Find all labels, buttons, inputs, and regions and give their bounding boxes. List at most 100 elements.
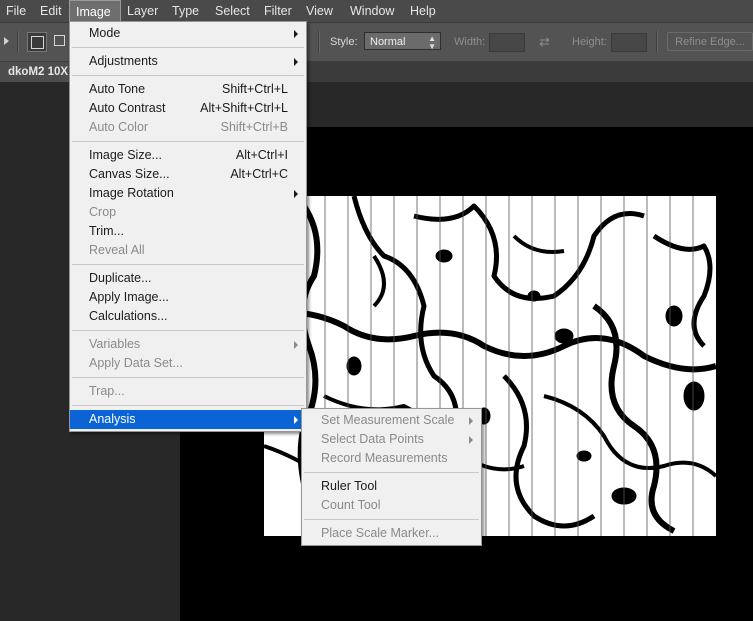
menu-item-shortcut: Shift+Ctrl+B: [220, 120, 288, 134]
menu-separator: [72, 377, 304, 378]
menu-image[interactable]: Image: [69, 0, 121, 22]
swap-width-height-icon[interactable]: ⇄: [539, 34, 550, 50]
menu-filter[interactable]: Filter: [258, 0, 298, 22]
submenu-arrow-icon: [294, 190, 298, 198]
menu-item-label: Record Measurements: [321, 451, 448, 465]
menu-separator: [72, 405, 304, 406]
image-menu-item-image-size[interactable]: Image Size... Alt+Ctrl+I: [70, 146, 306, 165]
menu-separator: [304, 472, 479, 473]
add-selection-button[interactable]: [51, 32, 69, 52]
analysis-menu-item-set-measurement-scale[interactable]: Set Measurement Scale: [302, 411, 481, 430]
style-select-value: Normal: [370, 36, 406, 48]
menu-item-label: Select Data Points: [321, 432, 424, 446]
menu-type[interactable]: Type: [166, 0, 205, 22]
image-menu-item-adjustments[interactable]: Adjustments: [70, 52, 306, 71]
menu-file[interactable]: File: [0, 0, 32, 22]
menu-item-label: Place Scale Marker...: [321, 526, 440, 540]
menu-item-label: Auto Tone: [89, 82, 146, 96]
menu-separator: [72, 141, 304, 142]
menu-item-label: Analysis: [89, 412, 136, 426]
menu-separator: [72, 264, 304, 265]
submenu-arrow-icon: [294, 30, 298, 38]
height-label: Height:: [572, 36, 607, 48]
menu-item-shortcut: Shift+Ctrl+L: [221, 82, 288, 96]
menu-item-label: Auto Contrast: [89, 101, 166, 115]
menu-item-label: Auto Color: [89, 120, 149, 134]
menu-item-label: Mode: [89, 26, 121, 40]
image-menu-item-canvas-size[interactable]: Canvas Size... Alt+Ctrl+C: [70, 165, 306, 184]
menu-separator: [72, 75, 304, 76]
image-menu-item-variables[interactable]: Variables: [70, 335, 306, 354]
menu-item-label: Duplicate...: [89, 271, 152, 285]
analysis-menu-item-ruler-tool[interactable]: Ruler Tool: [302, 477, 481, 496]
refine-edge-button[interactable]: Refine Edge...: [667, 32, 753, 51]
width-label: Width:: [454, 36, 486, 48]
image-menu-item-image-rotation[interactable]: Image Rotation: [70, 184, 306, 203]
image-menu-item-auto-tone[interactable]: Auto Tone Shift+Ctrl+L: [70, 80, 306, 99]
style-label: Style:: [330, 36, 358, 48]
menu-item-shortcut: Alt+Ctrl+I: [235, 148, 288, 162]
menu-separator: [304, 519, 479, 520]
image-menu-item-auto-color[interactable]: Auto Color Shift+Ctrl+B: [70, 118, 306, 137]
select-arrows-icon: ▲ ▼: [428, 34, 436, 51]
menu-item-label: Image Rotation: [89, 186, 174, 200]
submenu-arrow-icon: [294, 416, 298, 424]
analysis-submenu: Set Measurement Scale Select Data Points R…: [301, 408, 482, 546]
height-input[interactable]: [611, 33, 647, 52]
image-menu-item-trim[interactable]: Trim...: [70, 222, 306, 241]
menu-item-label: Trim...: [89, 224, 124, 238]
tool-preset-dropdown[interactable]: [4, 37, 9, 45]
add-selection-icon: [54, 35, 65, 46]
submenu-arrow-icon: [469, 417, 473, 425]
menu-help[interactable]: Help: [404, 0, 442, 22]
document-tab[interactable]: dkoM2 10X: [0, 62, 70, 82]
image-menu-item-analysis[interactable]: Analysis: [70, 410, 306, 429]
menu-select[interactable]: Select: [209, 0, 256, 22]
menu-separator: [72, 330, 304, 331]
menu-bar: File Edit Image Layer Type Select Filter…: [0, 0, 753, 23]
analysis-menu-item-record-measurements[interactable]: Record Measurements: [302, 449, 481, 468]
menu-view[interactable]: View: [300, 0, 339, 22]
menu-item-label: Image Size...: [89, 148, 162, 162]
options-separator: [318, 31, 320, 53]
submenu-arrow-icon: [294, 341, 298, 349]
analysis-menu-item-count-tool[interactable]: Count Tool: [302, 496, 481, 515]
submenu-arrow-icon: [469, 436, 473, 444]
image-menu-item-auto-contrast[interactable]: Auto Contrast Alt+Shift+Ctrl+L: [70, 99, 306, 118]
menu-item-label: Apply Data Set...: [89, 356, 183, 370]
menu-item-label: Ruler Tool: [321, 479, 378, 493]
image-menu-item-apply-data-set[interactable]: Apply Data Set...: [70, 354, 306, 373]
analysis-menu-item-select-data-points[interactable]: Select Data Points: [302, 430, 481, 449]
menu-layer[interactable]: Layer: [121, 0, 164, 22]
menu-item-label: Adjustments: [89, 54, 158, 68]
submenu-arrow-icon: [294, 58, 298, 66]
image-menu-item-crop[interactable]: Crop: [70, 203, 306, 222]
menu-item-label: Canvas Size...: [89, 167, 170, 181]
width-input[interactable]: [489, 33, 525, 52]
menu-item-label: Apply Image...: [89, 290, 169, 304]
options-separator: [656, 31, 658, 53]
image-menu-item-duplicate[interactable]: Duplicate...: [70, 269, 306, 288]
menu-edit[interactable]: Edit: [34, 0, 68, 22]
image-menu-item-trap[interactable]: Trap...: [70, 382, 306, 401]
options-separator: [17, 31, 19, 53]
menu-item-label: Trap...: [89, 384, 125, 398]
menu-separator: [72, 47, 304, 48]
menu-item-label: Count Tool: [321, 498, 381, 512]
image-menu: Mode Adjustments Auto Tone Shift+Ctrl+L Auto…: [69, 21, 307, 432]
style-select[interactable]: Normal ▲ ▼: [364, 32, 441, 51]
menu-item-label: Reveal All: [89, 243, 145, 257]
menu-item-label: Crop: [89, 205, 117, 219]
image-menu-item-calculations[interactable]: Calculations...: [70, 307, 306, 326]
image-menu-item-apply-image[interactable]: Apply Image...: [70, 288, 306, 307]
image-menu-item-reveal-all[interactable]: Reveal All: [70, 241, 306, 260]
new-selection-icon: [31, 36, 44, 49]
menu-item-label: Set Measurement Scale: [321, 413, 455, 427]
menu-window[interactable]: Window: [344, 0, 400, 22]
image-menu-item-mode[interactable]: Mode: [70, 24, 306, 43]
new-selection-button[interactable]: [27, 32, 47, 52]
menu-item-label: Calculations...: [89, 309, 168, 323]
menu-item-label: Variables: [89, 337, 141, 351]
analysis-menu-item-place-scale-marker[interactable]: Place Scale Marker...: [302, 524, 481, 543]
menu-item-shortcut: Alt+Ctrl+C: [230, 167, 288, 181]
